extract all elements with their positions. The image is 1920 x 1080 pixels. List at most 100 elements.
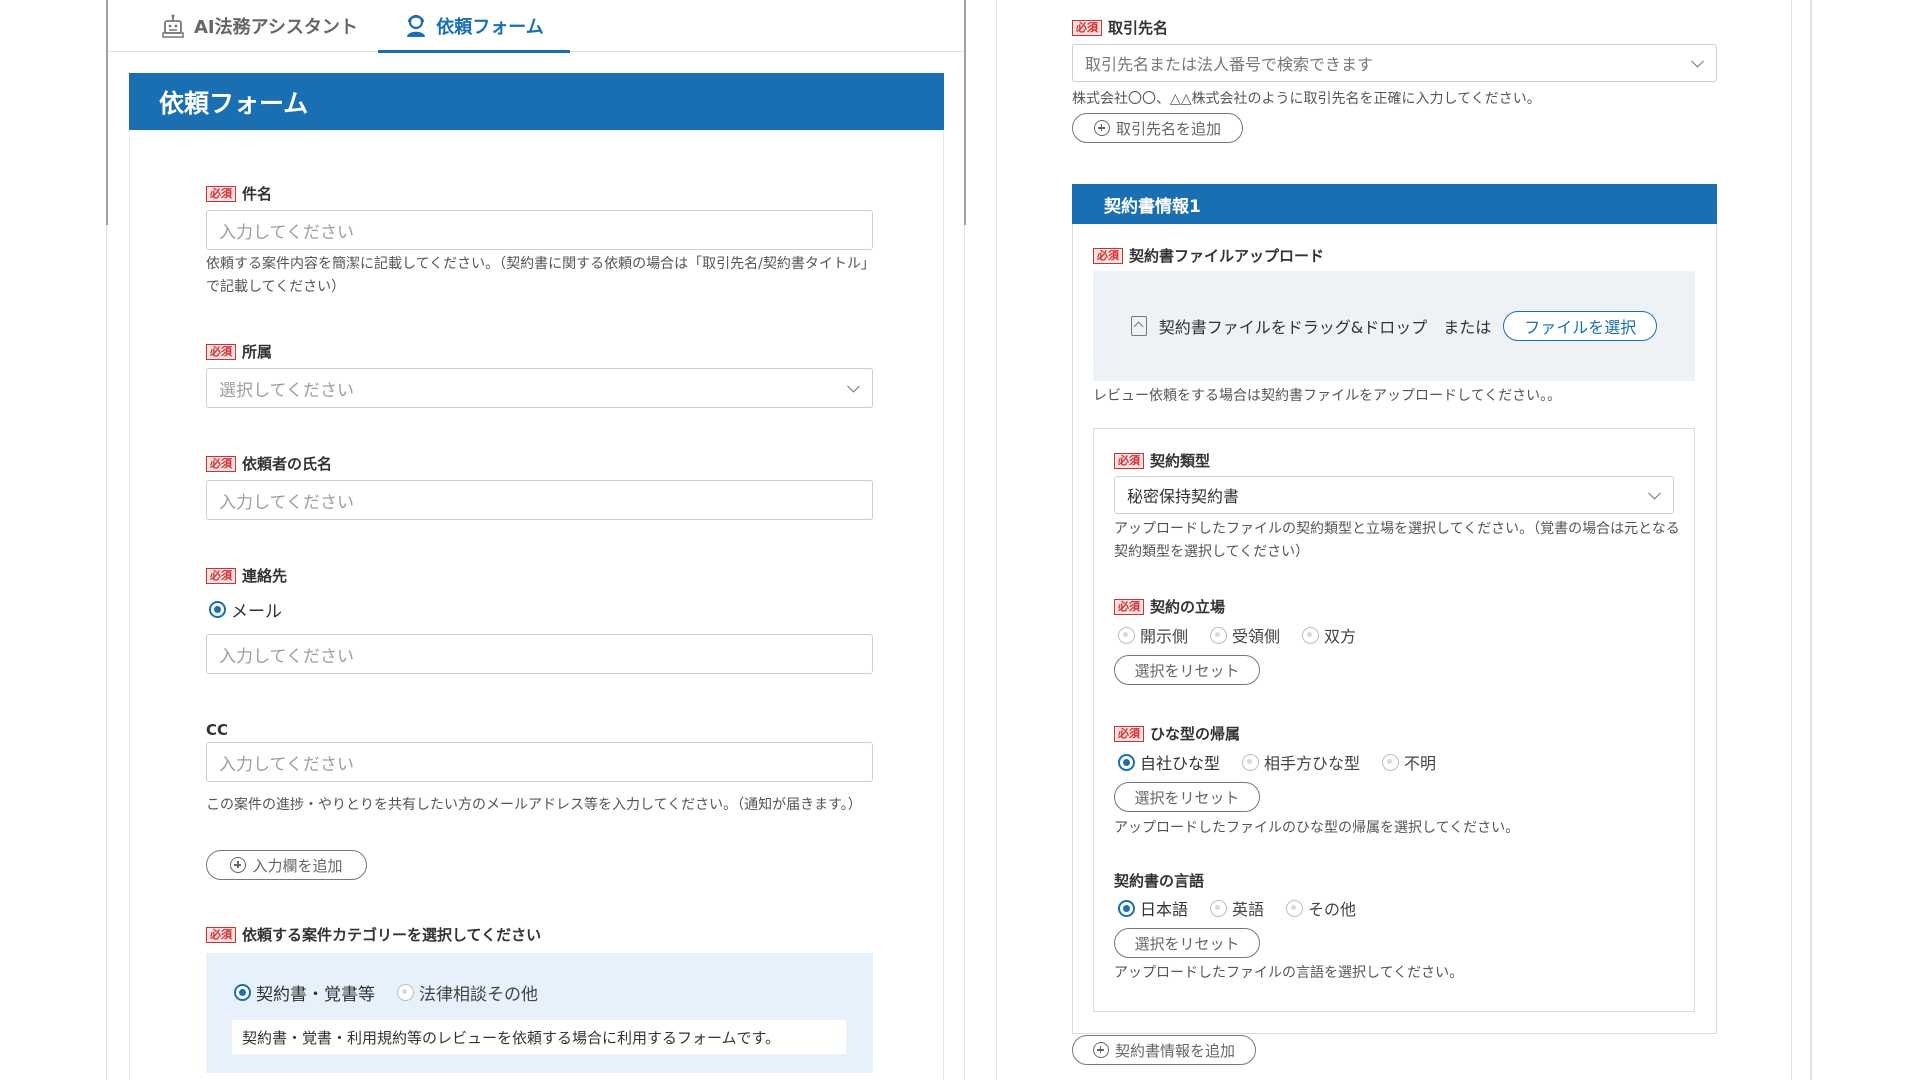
client-help: 株式会社〇〇、△△株式会社のように取引先名を正確に入力してください。: [1072, 91, 1541, 107]
radio-label: 自社ひな型: [1140, 754, 1221, 773]
contract-type-select[interactable]: 秘密保持契約書: [1114, 476, 1674, 514]
contact-options: メール: [209, 597, 282, 622]
add-client-button[interactable]: 取引先名を追加: [1072, 113, 1243, 143]
required-badge: 必須: [206, 567, 236, 584]
radio-label: 法律相談その他: [419, 985, 538, 1005]
tab-label: 依頼フォーム: [436, 17, 544, 38]
radio-label: 双方: [1324, 627, 1357, 646]
field-label: 連絡先: [242, 567, 288, 585]
cc-input[interactable]: 入力してください: [206, 742, 873, 782]
required-badge: 必須: [206, 185, 236, 202]
select-value: 取引先名または法人番号で検索できます: [1085, 55, 1374, 74]
radio-email[interactable]: メール: [209, 597, 282, 622]
requester-input[interactable]: 入力してください: [206, 480, 873, 520]
department-label: 必須 所属: [206, 341, 272, 362]
field-label: 件名: [242, 185, 273, 203]
select-value: 秘密保持契約書: [1127, 487, 1240, 506]
radio-english[interactable]: 英語: [1210, 896, 1264, 920]
radio-japanese[interactable]: 日本語: [1118, 896, 1188, 920]
category-box: [206, 953, 873, 1073]
radio-label: 相手方ひな型: [1264, 754, 1361, 773]
tab-bar: AI法務アシスタント 依頼フォーム: [108, 0, 964, 53]
required-badge: 必須: [1114, 452, 1144, 469]
button-label: 契約書情報を追加: [1114, 1041, 1235, 1060]
subject-input[interactable]: 入力してください: [206, 210, 873, 250]
reset-template-button[interactable]: 選択をリセット: [1114, 782, 1260, 812]
radio-button: [1118, 899, 1135, 917]
radio-label: 契約書・覚書等: [256, 985, 375, 1005]
language-options: 日本語 英語 その他: [1118, 896, 1356, 920]
required-badge: 必須: [206, 455, 236, 472]
department-select[interactable]: 選択してください: [206, 368, 873, 408]
required-badge: 必須: [1072, 19, 1102, 36]
radio-legal-consultation[interactable]: 法律相談その他: [397, 980, 538, 1005]
choose-file-button[interactable]: ファイルを選択: [1503, 311, 1658, 341]
file-upload-icon: [1130, 316, 1147, 336]
plus-circle-icon: [230, 857, 247, 873]
chevron-down-icon: [1691, 54, 1704, 68]
dropzone-text: 契約書ファイルをドラッグ&ドロップ または: [1158, 318, 1492, 337]
radio-label: 開示側: [1140, 627, 1189, 646]
radio-other[interactable]: その他: [1286, 896, 1356, 920]
radio-button: [1210, 899, 1228, 917]
field-label: 依頼する案件カテゴリーを選択してください: [242, 926, 542, 944]
reset-position-button[interactable]: 選択をリセット: [1114, 655, 1260, 685]
radio-contract[interactable]: 契約書・覚書等: [234, 980, 375, 1005]
chevron-down-icon: [847, 379, 860, 393]
client-select[interactable]: 取引先名または法人番号で検索できます: [1072, 44, 1717, 82]
left-panel-border: [964, 225, 965, 1080]
position-options: 開示側 受領側 双方: [1118, 623, 1356, 647]
add-input-button[interactable]: 入力欄を追加: [206, 850, 367, 880]
upload-label: 必須 契約書ファイルアップロード: [1093, 245, 1324, 266]
radio-button: [234, 984, 251, 1001]
radio-mutual[interactable]: 双方: [1302, 623, 1356, 647]
reset-language-button[interactable]: 選択をリセット: [1114, 928, 1260, 958]
radio-button: [397, 984, 414, 1001]
required-badge: 必須: [206, 926, 236, 943]
radio-own-template[interactable]: 自社ひな型: [1118, 750, 1220, 774]
radio-disclosing[interactable]: 開示側: [1118, 623, 1188, 647]
add-contract-info-button[interactable]: 契約書情報を追加: [1072, 1035, 1256, 1065]
contract-details-box: [1093, 428, 1695, 1012]
button-label: 入力欄を追加: [252, 856, 343, 875]
robot-icon: [162, 14, 184, 38]
radio-label: 不明: [1404, 754, 1437, 773]
requester-label: 必須 依頼者の氏名: [206, 453, 332, 474]
field-label: 契約類型: [1150, 452, 1211, 470]
contract-type-label: 必須 契約類型: [1114, 450, 1210, 471]
radio-button: [1118, 626, 1135, 644]
field-label: 所属: [242, 343, 273, 361]
select-value: 選択してください: [219, 380, 354, 401]
language-label: 契約書の言語: [1114, 872, 1205, 890]
required-badge: 必須: [1114, 598, 1144, 615]
radio-button: [209, 601, 226, 618]
tab-request-form[interactable]: 依頼フォーム: [378, 0, 570, 53]
upload-help: レビュー依頼をする場合は契約書ファイルをアップロードしてください。。: [1093, 388, 1562, 404]
subject-help: 依頼する案件内容を簡潔に記載してください。（契約書に関する依頼の場合は「取引先名…: [206, 256, 875, 295]
radio-label: メール: [231, 602, 282, 622]
field-label: 依頼者の氏名: [242, 455, 333, 473]
right-panel-border: [996, 0, 997, 1080]
tab-ai-assistant[interactable]: AI法務アシスタント: [160, 0, 358, 52]
button-label: 取引先名を追加: [1115, 119, 1221, 138]
subject-label: 必須 件名: [206, 183, 272, 204]
radio-unknown[interactable]: 不明: [1382, 750, 1436, 774]
field-label: 取引先名: [1108, 19, 1169, 37]
cc-label: CC: [206, 721, 229, 739]
chevron-down-icon: [1648, 486, 1661, 500]
template-label: 必須 ひな型の帰属: [1114, 723, 1240, 744]
radio-counterparty-template[interactable]: 相手方ひな型: [1242, 750, 1360, 774]
radio-button: [1210, 626, 1228, 644]
required-badge: 必須: [206, 343, 236, 360]
contract-type-help: アップロードしたファイルの契約類型と立場を選択してください。（覚書の場合は元とな…: [1114, 521, 1680, 560]
required-badge: 必須: [1114, 725, 1144, 742]
file-dropzone[interactable]: 契約書ファイルをドラッグ&ドロップ または ファイルを選択: [1093, 271, 1695, 381]
left-panel-border: [106, 225, 107, 1080]
radio-receiving[interactable]: 受領側: [1210, 623, 1280, 647]
category-options: 契約書・覚書等 法律相談その他: [234, 980, 538, 1005]
radio-label: 受領側: [1232, 627, 1281, 646]
radio-button: [1118, 753, 1135, 771]
left-panel-scrollbar[interactable]: [964, 0, 966, 225]
contact-input[interactable]: 入力してください: [206, 634, 873, 674]
category-label: 必須 依頼する案件カテゴリーを選択してください: [206, 924, 541, 945]
